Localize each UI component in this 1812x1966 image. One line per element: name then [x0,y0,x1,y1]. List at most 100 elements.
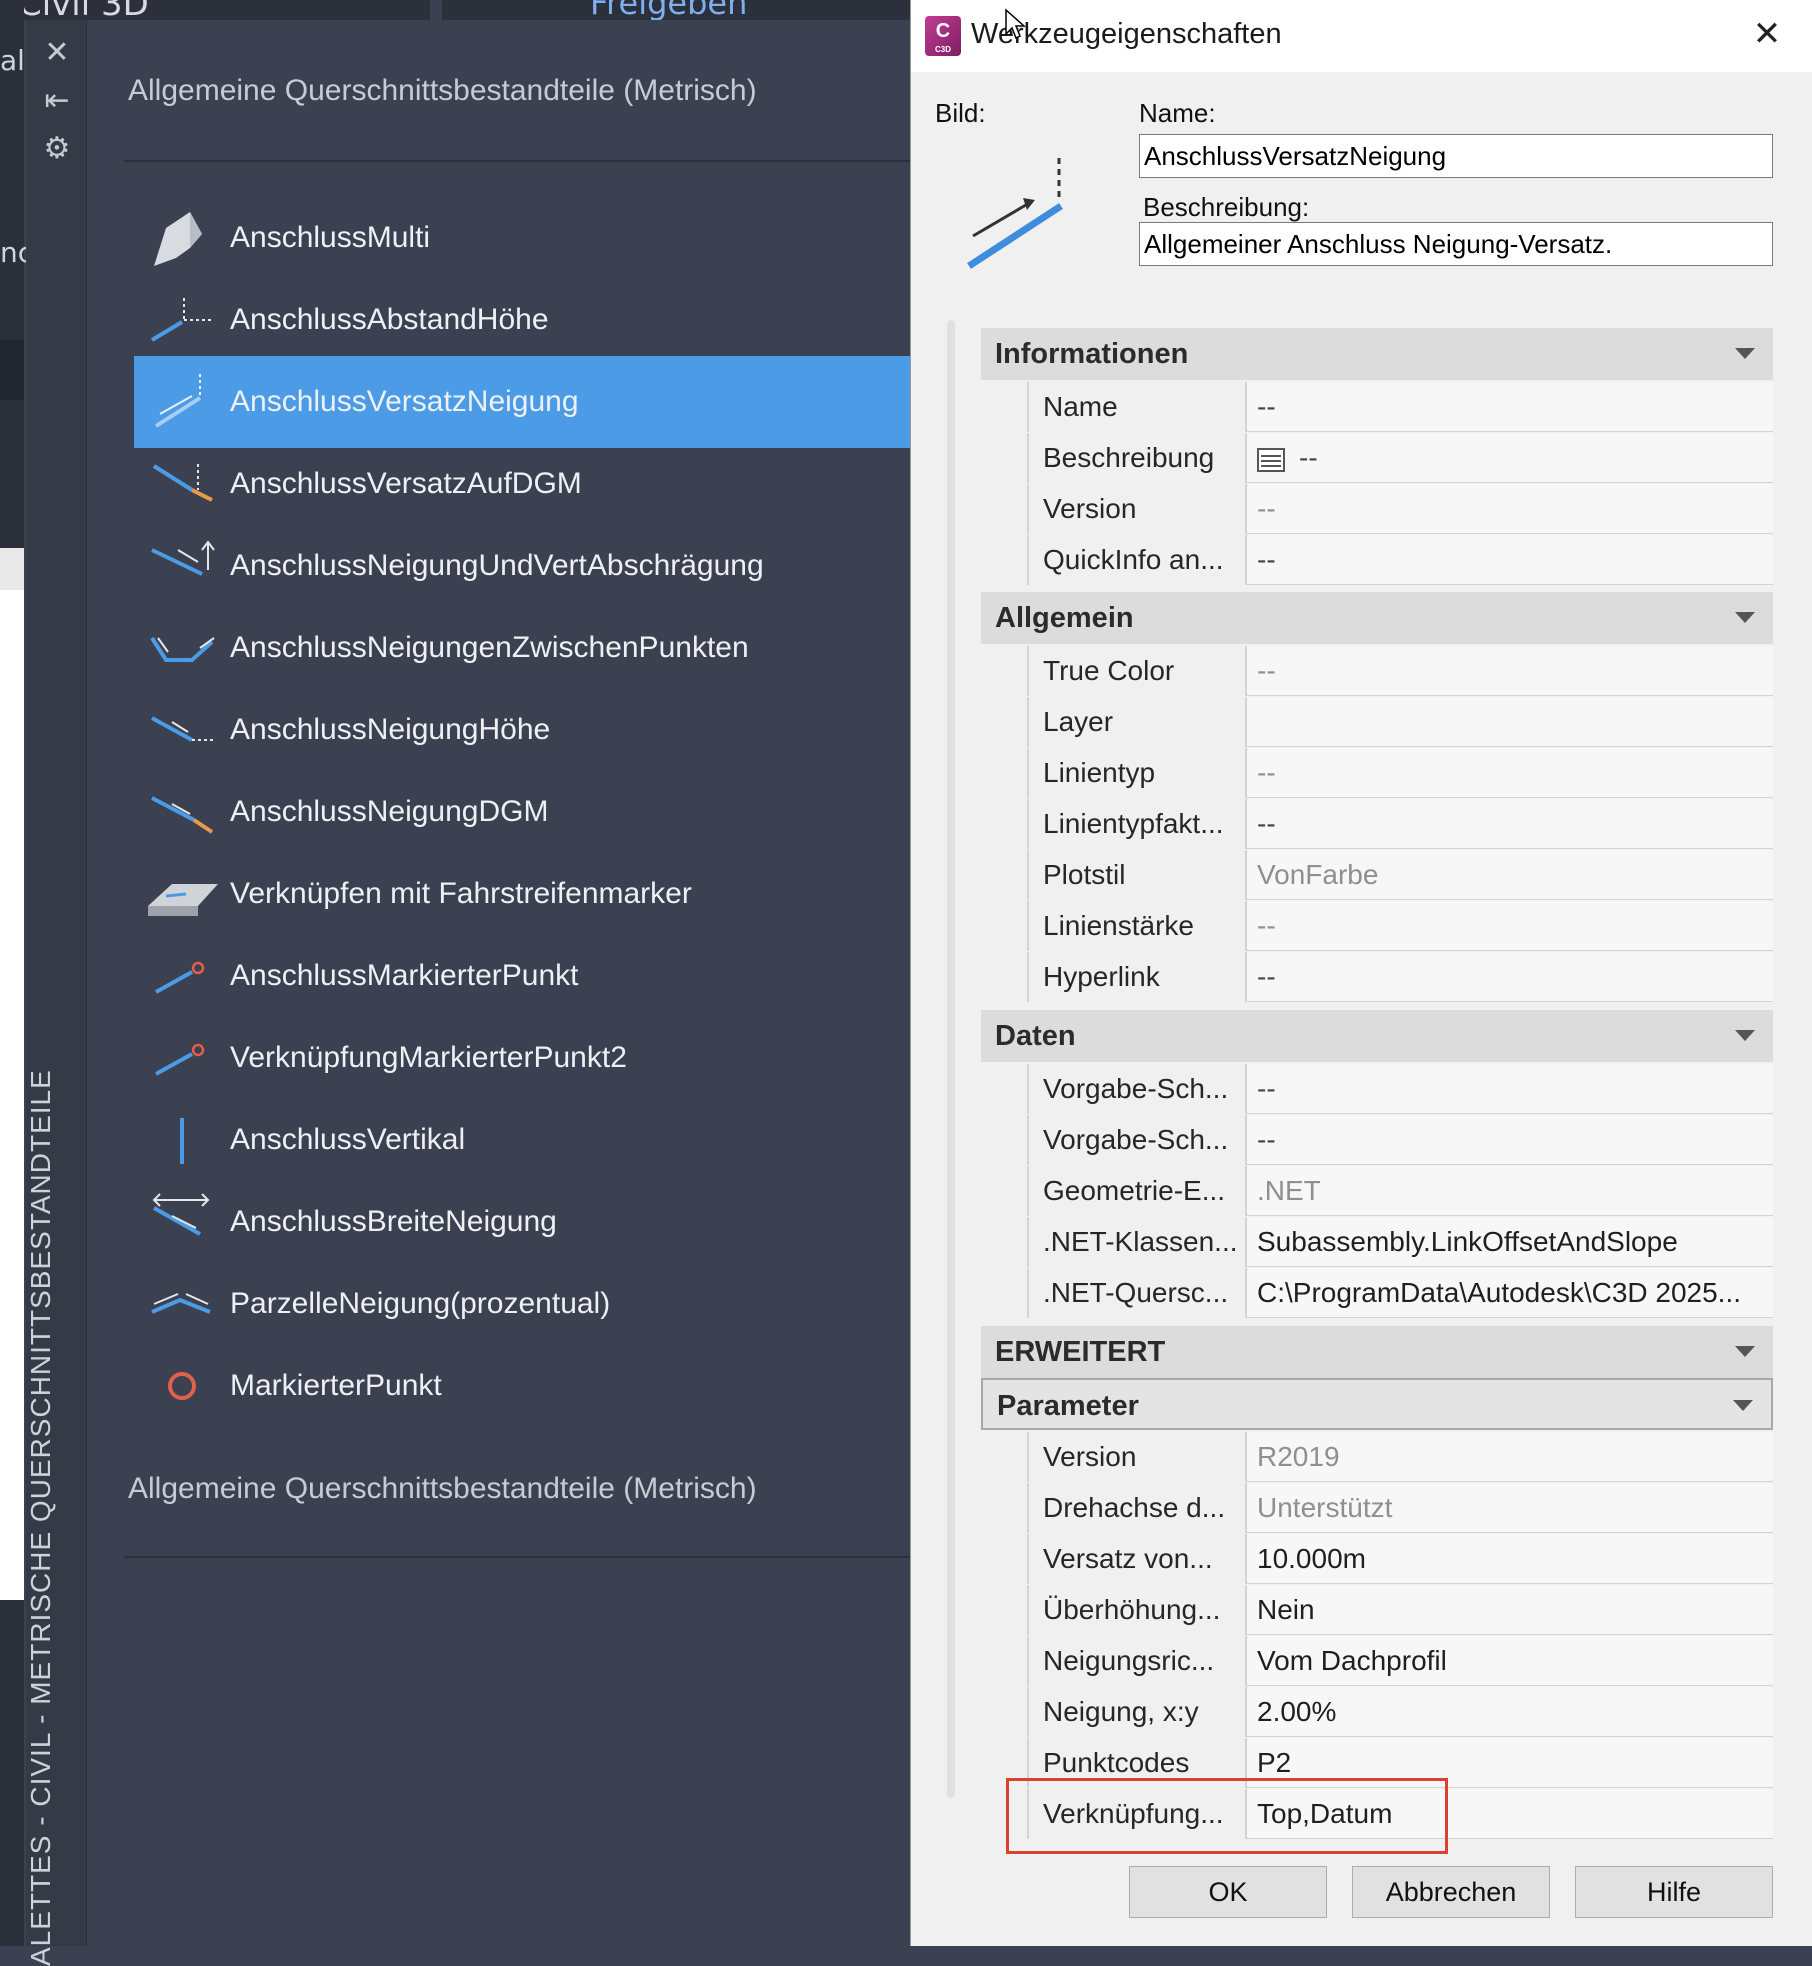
prop-row[interactable]: Version -- [1027,484,1773,534]
prop-row[interactable]: Hyperlink -- [1027,952,1773,1002]
tool-palette: Allgemeine Querschnittsbestandteile (Met… [88,20,910,1946]
tool-anschluss-neigung-vert-abschraegung[interactable]: AnschlussNeigungUndVertAbschrägung [134,520,910,612]
cancel-button[interactable]: Abbrechen [1352,1866,1550,1918]
tool-anschluss-multi[interactable]: AnschlussMulti [134,192,910,284]
share-button[interactable]: Freigeben [590,0,747,22]
collapse-icon[interactable] [1735,612,1755,623]
gear-icon[interactable]: ⚙ [42,134,72,164]
prop-row[interactable]: QuickInfo an... -- [1027,535,1773,585]
palette-header: Allgemeine Querschnittsbestandteile (Met… [128,74,757,107]
close-palette-icon[interactable]: ✕ [42,38,72,68]
tool-image-icon [967,158,1063,269]
tool-anschluss-versatz-neigung[interactable]: AnschlussVersatzNeigung [134,356,910,448]
title-tab-divider [430,0,442,20]
link-marked-point2-icon [155,1043,205,1076]
tool-anschluss-markierter-punkt[interactable]: AnschlussMarkierterPunkt [134,930,910,1022]
link-slope-vert-deflection-icon [151,540,215,576]
prop-row[interactable]: True Color -- [1027,646,1773,696]
section-parameter[interactable]: Parameter [981,1378,1773,1430]
tool-label: AnschlussMarkierterPunkt [230,959,579,992]
section-daten[interactable]: Daten [981,1010,1773,1062]
anschluss-multi-icon [154,212,202,266]
link-offset-surface-icon [152,464,213,502]
prop-row[interactable]: Drehachse d... Unterstützt [1027,1483,1773,1533]
close-icon[interactable]: ✕ [1747,14,1787,54]
tool-properties-dialog: C C3D Werkzeugeigenschaften ✕ Bild: Name… [910,0,1812,1946]
tool-label: AnschlussAbstandHöhe [230,303,549,336]
section-erweitert[interactable]: ERWEITERT [981,1326,1773,1378]
link-marked-point-icon [155,961,205,994]
tool-label: AnschlussVersatzNeigung [230,385,579,418]
tool-label: AnschlussNeigungUndVertAbschrägung [230,549,764,582]
tool-verknuepfen-fahrstreifenmarker[interactable]: Verknüpfen mit Fahrstreifenmarker [134,848,910,940]
prop-row[interactable]: Linientyp -- [1027,748,1773,798]
collapse-icon[interactable] [1735,1030,1755,1041]
properties-scrollbar[interactable] [947,320,955,1798]
link-width-slope-icon [152,1193,210,1236]
lane-marker-icon [148,884,218,916]
link-vertical-icon [180,1118,184,1164]
prop-row[interactable]: Plotstil VonFarbe [1027,850,1773,900]
tool-label: VerknüpfungMarkierterPunkt2 [230,1041,627,1074]
dialog-title-bar: C C3D Werkzeugeigenschaften ✕ [911,0,1812,72]
prop-row[interactable]: .NET-Klassen... Subassembly.LinkOffsetAn… [1027,1217,1773,1267]
prop-row[interactable]: Neigungsric... Vom Dachprofil [1027,1636,1773,1686]
collapse-icon[interactable] [1735,348,1755,359]
link-slope-surface-icon [151,796,214,834]
prop-row[interactable]: Versatz von... 10.000m [1027,1534,1773,1584]
tool-parzelle-neigung[interactable]: ParzelleNeigung(prozentual) [134,1258,910,1350]
tool-label: AnschlussVersatzAufDGM [230,467,582,500]
prop-row[interactable]: Version R2019 [1027,1432,1773,1482]
drawing-area-edge [0,590,24,1600]
palette-vertical-title: ALETTES - CIVIL - METRISCHE QUERSCHNITTS… [25,1069,56,1966]
app-title-bar: Civil 3D Freigeben [0,0,910,24]
tool-anschluss-breite-neigung[interactable]: AnschlussBreiteNeigung [134,1176,910,1268]
palette-divider-bottom [124,1556,910,1558]
prop-row[interactable]: Vorgabe-Sch... -- [1027,1115,1773,1165]
prop-row[interactable]: Vorgabe-Sch... -- [1027,1064,1773,1114]
app-side-strip: aly nc [0,0,42,1946]
prop-row[interactable]: Beschreibung -- [1027,433,1773,483]
palette-control-bar: ✕ ⇤ ⚙ ALETTES - CIVIL - METRISCHE QUERSC… [25,20,87,1966]
link-offset-elevation-icon [150,298,214,342]
tool-anschluss-versatz-auf-dgm[interactable]: AnschlussVersatzAufDGM [134,438,910,530]
autohide-icon[interactable]: ⇤ [42,86,72,116]
description-label: Beschreibung: [1143,192,1310,222]
prop-row[interactable]: Linientypfakt... -- [1027,799,1773,849]
tool-anschluss-vertikal[interactable]: AnschlussVertikal [134,1094,910,1186]
section-allgemein[interactable]: Allgemein [981,592,1773,644]
ok-button[interactable]: OK [1129,1866,1327,1918]
strip-light-block [0,548,24,590]
tool-anschluss-abstand-hoehe[interactable]: AnschlussAbstandHöhe [134,274,910,366]
tool-anschluss-neigung-hoehe[interactable]: AnschlussNeigungHöhe [134,684,910,776]
link-slope-elevation-icon [151,716,216,742]
section-informationen[interactable]: Informationen [981,328,1773,380]
collapse-icon[interactable] [1735,1346,1755,1357]
palette-divider-top [124,160,910,162]
tool-label: Verknüpfen mit Fahrstreifenmarker [230,877,692,910]
name-field[interactable]: AnschlussVersatzNeigung [1139,134,1773,178]
tool-anschluss-neigungen-zwischen-punkten[interactable]: AnschlussNeigungenZwischenPunkten [134,602,910,694]
prop-row[interactable]: Überhöhung... Nein [1027,1585,1773,1635]
tool-anschluss-neigung-dgm[interactable]: AnschlussNeigungDGM [134,766,910,858]
palette-footer: Allgemeine Querschnittsbestandteile (Met… [128,1472,757,1505]
collapse-icon[interactable] [1733,1400,1753,1411]
tool-markierter-punkt[interactable]: MarkierterPunkt [134,1340,910,1432]
link-offset-slope-icon [154,374,202,428]
tool-verknuepfung-markierter-punkt2[interactable]: VerknüpfungMarkierterPunkt2 [134,1012,910,1104]
image-label: Bild: [935,98,986,128]
prop-row[interactable]: Neigung, x:y 2.00% [1027,1687,1773,1737]
prop-row[interactable]: Name -- [1027,382,1773,432]
tool-label: AnschlussNeigungHöhe [230,713,551,746]
parcel-slope-icon [151,1293,211,1314]
table-icon[interactable] [1257,447,1285,472]
prop-row[interactable]: Geometrie-E... .NET [1027,1166,1773,1216]
tool-label: AnschlussVertikal [230,1123,466,1156]
description-field[interactable]: Allgemeiner Anschluss Neigung-Versatz. [1139,222,1773,266]
help-button[interactable]: Hilfe [1575,1866,1773,1918]
prop-row[interactable]: .NET-Quersc... C:\ProgramData\Autodesk\C… [1027,1268,1773,1318]
prop-row[interactable]: Layer [1027,697,1773,747]
tool-label: AnschlussMulti [230,221,431,254]
prop-row[interactable]: Linienstärke -- [1027,901,1773,951]
name-label: Name: [1139,98,1216,128]
